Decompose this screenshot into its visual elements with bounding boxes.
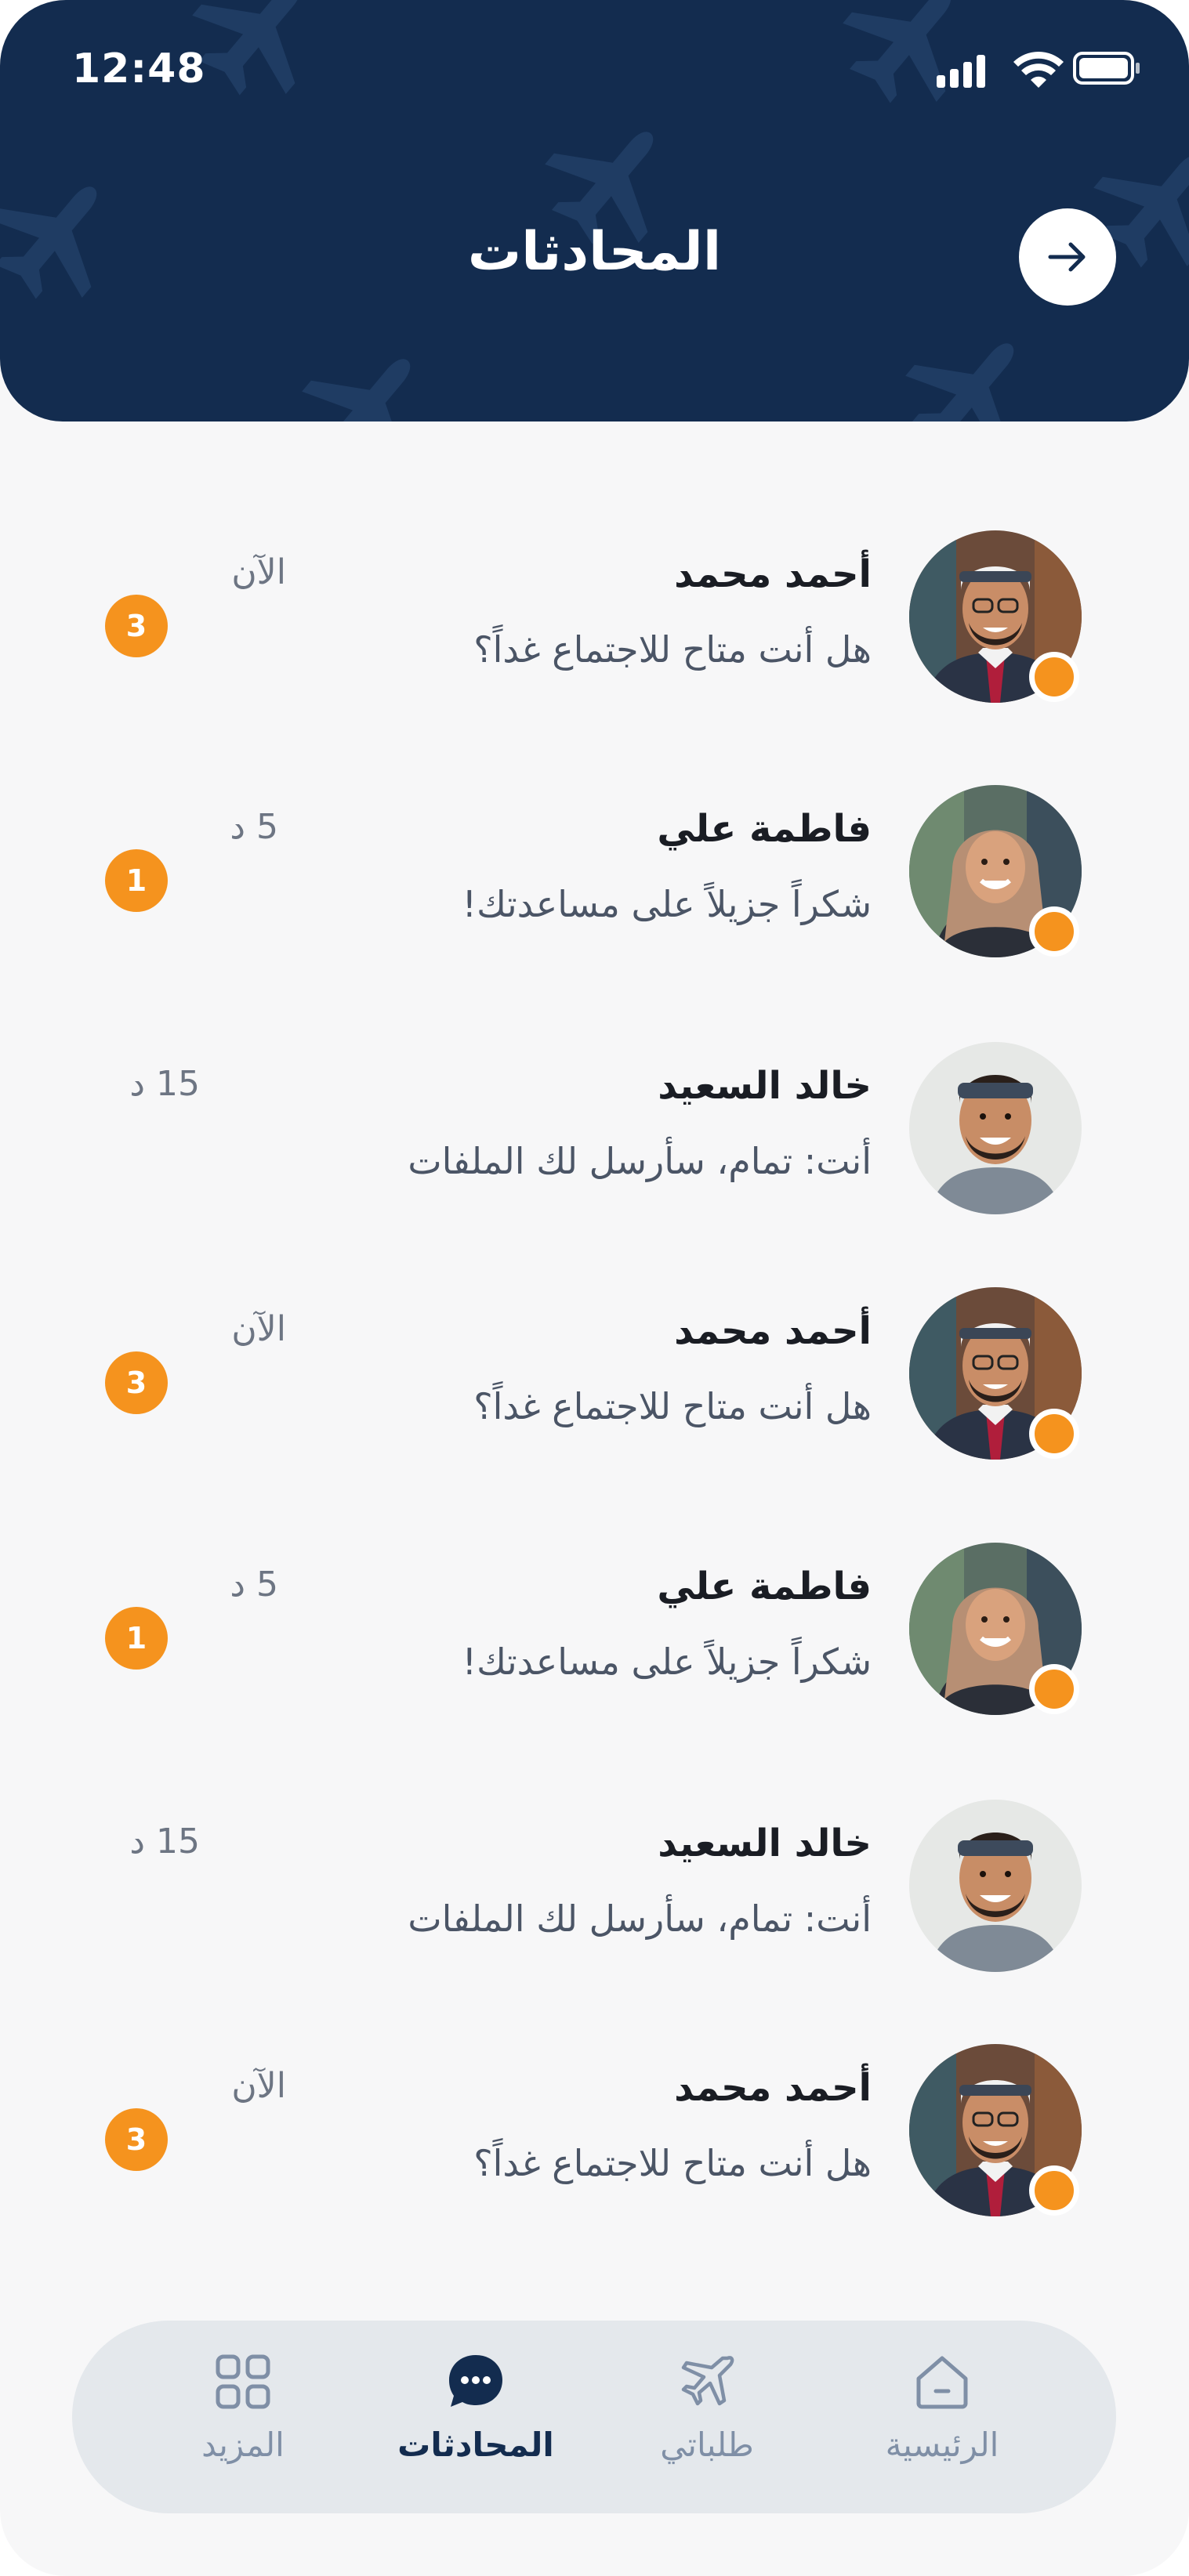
arrow-right-icon [1048,242,1086,272]
online-status-dot [1029,1409,1079,1459]
message-preview: هل أنت متاح للاجتماع غداً؟ [473,628,872,671]
signal-icon [937,55,985,88]
contact-name: أحمد محمد [674,552,872,596]
chat-list-item[interactable]: فاطمة علي شكراً جزيلاً على مساعدتك! 5 د 1 [0,785,1189,973]
back-button[interactable] [1019,208,1116,306]
message-time: الآن [231,552,286,592]
message-preview: أنت: تمام، سأرسل لك الملفات [408,1898,872,1940]
wifi-icon [1013,52,1064,88]
message-time: 15 د [129,1064,200,1104]
nav-item-home[interactable]: الرئيسية [856,2321,1028,2513]
chat-list-item[interactable]: أحمد محمد هل أنت متاح للاجتماع غداً؟ الآن 3 [0,530,1189,718]
message-time: 5 د [230,807,278,847]
online-status-dot [1029,1664,1079,1714]
app-screen: 12:48 المحادثات أحمد محمد هل أنت متاح لل… [0,0,1189,2576]
message-preview: هل أنت متاح للاجتماع غداً؟ [473,1385,872,1427]
nav-label: المزيد [201,2426,285,2464]
nav-label: المحادثات [397,2426,554,2464]
nav-item-airplane[interactable]: طلباتي [621,2321,793,2513]
contact-name: أحمد محمد [674,2066,872,2110]
nav-item-chat-bubble[interactable]: المحادثات [390,2321,562,2513]
header: 12:48 المحادثات [0,0,1189,421]
battery-icon [1073,52,1140,85]
contact-name: خالد السعيد [658,1064,872,1108]
chat-bubble-icon [446,2352,506,2411]
chat-list-item[interactable]: فاطمة علي شكراً جزيلاً على مساعدتك! 5 د 1 [0,1543,1189,1731]
message-time: الآن [231,1309,286,1349]
unread-count-badge: 3 [105,595,168,657]
nav-item-grid[interactable]: المزيد [157,2321,329,2513]
unread-count-badge: 1 [105,849,168,912]
unread-count-badge: 1 [105,1607,168,1670]
grid-icon [213,2352,273,2411]
nav-label: طلباتي [660,2426,754,2464]
chat-list-item[interactable]: أحمد محمد هل أنت متاح للاجتماع غداً؟ الآن 3 [0,2044,1189,2232]
nav-label: الرئيسية [885,2426,999,2464]
contact-name: خالد السعيد [658,1822,872,1865]
contact-name: فاطمة علي [657,1565,872,1608]
status-time: 12:48 [72,45,206,92]
unread-count-badge: 3 [105,2108,168,2171]
avatar [909,1042,1082,1214]
message-time: 5 د [230,1565,278,1605]
contact-name: فاطمة علي [657,807,872,851]
home-icon [912,2352,972,2411]
chat-list-item[interactable]: أحمد محمد هل أنت متاح للاجتماع غداً؟ الآن 3 [0,1287,1189,1475]
message-preview: هل أنت متاح للاجتماع غداً؟ [473,2142,872,2184]
avatar [909,1800,1082,1972]
chat-list-item[interactable]: خالد السعيد أنت: تمام، سأرسل لك الملفات 15… [0,1042,1189,1230]
unread-count-badge: 3 [105,1351,168,1414]
airplane-icon [677,2352,737,2411]
page-title: المحادثات [467,221,722,283]
message-time: 15 د [129,1822,200,1861]
chat-list-item[interactable]: خالد السعيد أنت: تمام، سأرسل لك الملفات 15… [0,1800,1189,1988]
message-preview: أنت: تمام، سأرسل لك الملفات [408,1140,872,1182]
message-preview: شكراً جزيلاً على مساعدتك! [462,883,872,925]
status-icons [937,52,1140,88]
message-time: الآن [231,2066,286,2106]
online-status-dot [1029,652,1079,702]
online-status-dot [1029,2165,1079,2216]
message-preview: شكراً جزيلاً على مساعدتك! [462,1641,872,1683]
contact-name: أحمد محمد [674,1309,872,1353]
bottom-nav: المزيد المحادثات طلباتي الرئيسية [72,2321,1116,2513]
online-status-dot [1029,906,1079,957]
